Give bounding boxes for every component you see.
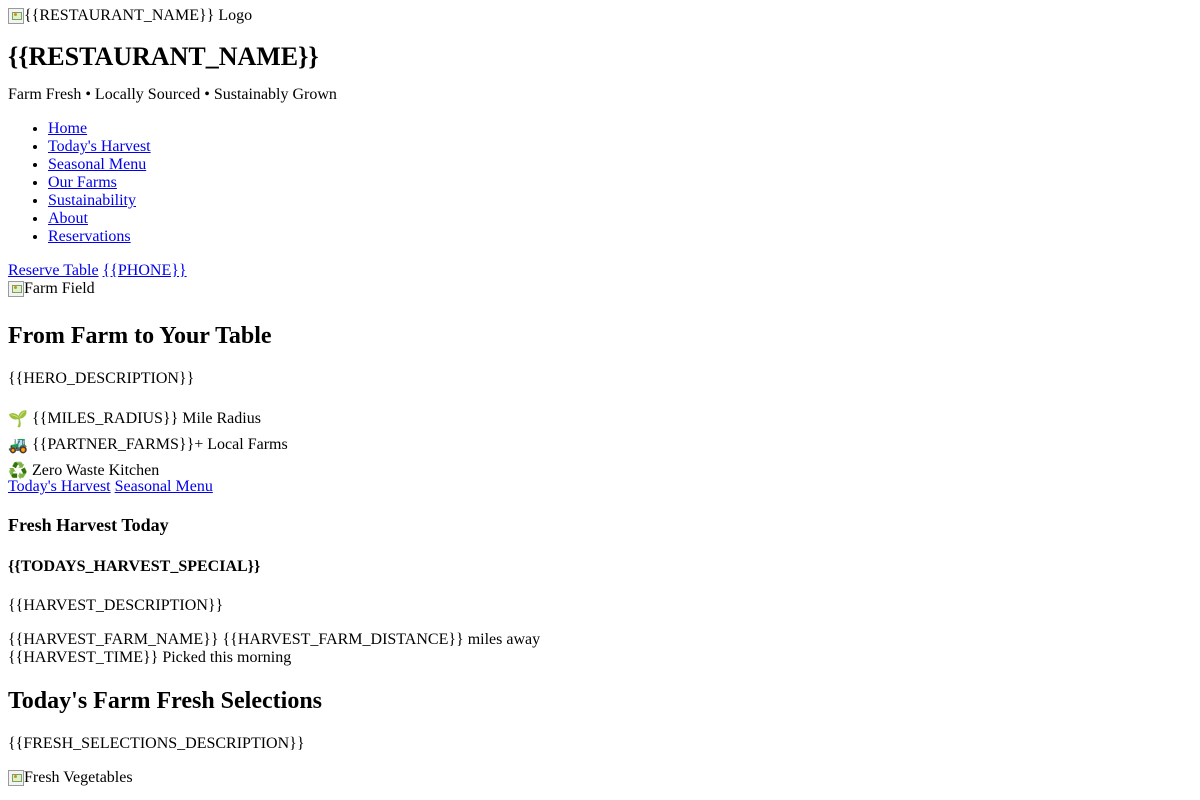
harvest-farm-name: {{HARVEST_FARM_NAME}} (8, 631, 219, 648)
nav-item-sustainability: Sustainability (48, 192, 1192, 210)
fresh-vegetables-alt-text: Fresh Vegetables (24, 769, 133, 786)
feature-radius-text: {{MILES_RADIUS}} Mile Radius (32, 410, 261, 427)
header-actions: Reserve Table {{PHONE}} (8, 262, 1192, 280)
hero-description: {{HERO_DESCRIPTION}} (8, 370, 195, 387)
nav-link-seasonal-menu[interactable]: Seasonal Menu (48, 156, 146, 173)
broken-image-icon (8, 281, 24, 297)
todays-harvest-button[interactable]: Today's Harvest (8, 478, 111, 495)
fresh-vegetables-image: Fresh Vegetables (8, 769, 133, 787)
nav-item-reservations: Reservations (48, 228, 1192, 246)
restaurant-logo: {{RESTAURANT_NAME}} Logo (8, 7, 252, 25)
feature-partner-farms-text: {{PARTNER_FARMS}}+ Local Farms (32, 436, 288, 453)
harvest-time: {{HARVEST_TIME}} (8, 649, 159, 666)
harvest-section: Fresh Harvest Today {{TODAYS_HARVEST_SPE… (8, 514, 1192, 667)
harvest-farm-distance: {{HARVEST_FARM_DISTANCE}} miles away (222, 631, 541, 648)
seasonal-menu-button[interactable]: Seasonal Menu (115, 478, 213, 495)
hero-section: Farm Field From Farm to Your Table {{HER… (8, 280, 1192, 496)
harvest-time-info: {{HARVEST_TIME}} Picked this morning (8, 649, 1192, 667)
nav-item-about: About (48, 210, 1192, 228)
broken-image-icon (8, 770, 24, 786)
feature-radius: 🌱 {{MILES_RADIUS}} Mile Radius (8, 406, 1192, 432)
main-nav: Home Today's Harvest Seasonal Menu Our F… (8, 120, 1192, 246)
harvest-special: {{TODAYS_HARVEST_SPECIAL}} (8, 558, 261, 575)
site-header: {{RESTAURANT_NAME}} Logo {{RESTAURANT_NA… (8, 7, 1192, 280)
nav-item-seasonal-menu: Seasonal Menu (48, 156, 1192, 174)
broken-image-icon (8, 8, 24, 24)
hero-features: 🌱 {{MILES_RADIUS}} Mile Radius 🚜 {{PARTN… (8, 406, 1192, 484)
hero-title: From Farm to Your Table (8, 323, 272, 349)
phone-link[interactable]: {{PHONE}} (103, 262, 187, 279)
reserve-table-link[interactable]: Reserve Table (8, 262, 99, 279)
nav-link-home[interactable]: Home (48, 120, 87, 137)
restaurant-name: {{RESTAURANT_NAME}} (8, 42, 319, 71)
nav-item-todays-harvest: Today's Harvest (48, 138, 1192, 156)
seedling-icon: 🌱 (8, 409, 28, 428)
selections-description: {{FRESH_SELECTIONS_DESCRIPTION}} (8, 735, 305, 752)
nav-item-home: Home (48, 120, 1192, 138)
harvest-heading: Fresh Harvest Today (8, 515, 169, 535)
nav-link-about[interactable]: About (48, 210, 88, 227)
tractor-icon: 🚜 (8, 435, 28, 454)
nav-item-our-farms: Our Farms (48, 174, 1192, 192)
feature-partner-farms: 🚜 {{PARTNER_FARMS}}+ Local Farms (8, 432, 1192, 458)
nav-link-sustainability[interactable]: Sustainability (48, 192, 136, 209)
selections-heading: Today's Farm Fresh Selections (8, 688, 323, 714)
hero-image: Farm Field (8, 280, 95, 298)
hero-cta-row: Today's Harvest Seasonal Menu (8, 478, 1192, 496)
restaurant-tagline: Farm Fresh • Locally Sourced • Sustainab… (8, 86, 337, 103)
nav-link-our-farms[interactable]: Our Farms (48, 174, 117, 191)
hero-image-alt-text: Farm Field (24, 280, 95, 297)
harvest-description: {{HARVEST_DESCRIPTION}} (8, 597, 224, 614)
nav-link-reservations[interactable]: Reservations (48, 228, 131, 245)
logo-alt-text: {{RESTAURANT_NAME}} Logo (24, 7, 253, 24)
harvest-time-note: Picked this morning (162, 649, 292, 666)
nav-link-todays-harvest[interactable]: Today's Harvest (48, 138, 151, 155)
harvest-farm-info: {{HARVEST_FARM_NAME}} {{HARVEST_FARM_DIS… (8, 631, 1192, 649)
selections-section: Today's Farm Fresh Selections {{FRESH_SE… (8, 687, 1192, 791)
